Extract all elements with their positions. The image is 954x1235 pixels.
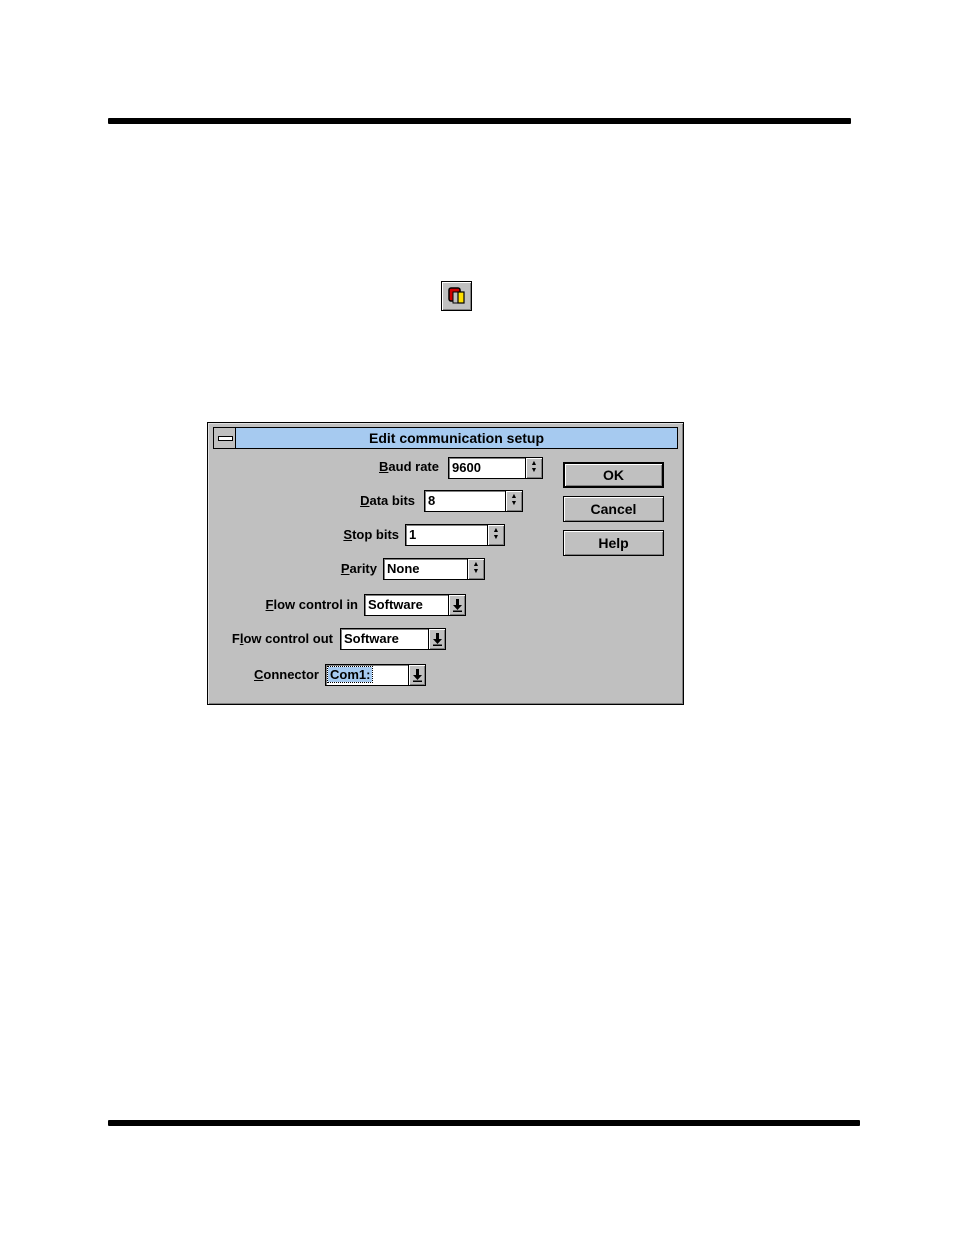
edit-communication-setup-dialog: Edit communication setup Baud rate 9600 … [207, 422, 684, 705]
spin-arrows-icon: ▲ ▼ [510, 493, 518, 507]
connector-dropdown-button[interactable] [408, 664, 426, 686]
flow-control-in-label: Flow control in [265, 597, 358, 612]
spin-arrows-icon: ▲ ▼ [492, 527, 500, 541]
page-header-rule [108, 118, 851, 124]
system-menu-icon [218, 436, 233, 441]
dialog-title: Edit communication setup [368, 430, 544, 446]
communication-setup-button[interactable] [441, 281, 472, 311]
baud-rate-spinner[interactable]: ▲ ▼ [525, 457, 543, 479]
connector-select[interactable]: Com1: [325, 664, 409, 686]
baud-rate-label: Baud rate [379, 459, 439, 474]
system-menu-button[interactable] [214, 428, 236, 448]
connector-value: Com1: [326, 666, 374, 683]
flow-control-out-label: Flow control out [231, 631, 333, 646]
stop-bits-field[interactable]: 1 [405, 524, 488, 546]
data-bits-field[interactable]: 8 [424, 490, 506, 512]
data-bits-label: Data bits [360, 493, 415, 508]
page-footer-rule [108, 1120, 860, 1126]
communication-setup-icon [448, 287, 465, 304]
data-bits-spinner[interactable]: ▲ ▼ [505, 490, 523, 512]
connector-label: Connector [253, 667, 319, 682]
arrow-down-icon [413, 669, 422, 682]
help-button[interactable]: Help [563, 530, 664, 556]
flow-control-out-select[interactable]: Software [340, 628, 429, 650]
arrow-down-icon [433, 633, 442, 646]
flow-control-out-dropdown-button[interactable] [428, 628, 446, 650]
baud-rate-field[interactable]: 9600 [448, 457, 526, 479]
spin-arrows-icon: ▲ ▼ [530, 460, 538, 474]
spin-arrows-icon: ▲ ▼ [472, 561, 480, 575]
flow-control-out-value: Software [344, 631, 399, 646]
stop-bits-label: Stop bits [343, 527, 399, 542]
dialog-titlebar[interactable]: Edit communication setup [213, 427, 678, 449]
flow-control-in-dropdown-button[interactable] [448, 594, 466, 616]
arrow-down-icon [453, 599, 462, 612]
ok-button[interactable]: OK [563, 462, 664, 488]
parity-value: None [387, 561, 420, 576]
cancel-button[interactable]: Cancel [563, 496, 664, 522]
parity-field[interactable]: None [383, 558, 468, 580]
stop-bits-spinner[interactable]: ▲ ▼ [487, 524, 505, 546]
parity-label: Parity [340, 561, 377, 576]
flow-control-in-value: Software [368, 597, 423, 612]
baud-rate-value: 9600 [452, 460, 481, 475]
parity-spinner[interactable]: ▲ ▼ [467, 558, 485, 580]
data-bits-value: 8 [428, 493, 436, 508]
flow-control-in-select[interactable]: Software [364, 594, 449, 616]
stop-bits-value: 1 [409, 527, 417, 542]
